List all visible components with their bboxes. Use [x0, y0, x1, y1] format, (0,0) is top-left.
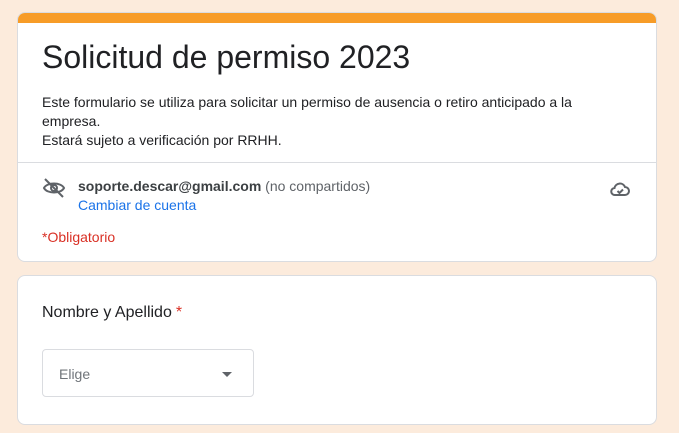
form-description-line-1: Este formulario se utiliza para solicita…	[42, 94, 572, 129]
account-line: soporte.descar@gmail.com (no compartidos…	[78, 176, 370, 196]
header-accent-bar	[18, 13, 656, 23]
cloud-done-icon	[608, 177, 632, 201]
form-description: Este formulario se utiliza para solicita…	[42, 93, 632, 150]
account-email: soporte.descar@gmail.com	[78, 178, 262, 194]
header-divider	[18, 162, 656, 163]
required-star: *	[175, 304, 183, 321]
name-dropdown[interactable]: Elige	[42, 349, 254, 397]
question-title: Nombre y Apellido *	[42, 302, 182, 324]
eye-off-icon	[42, 176, 66, 200]
dropdown-placeholder: Elige	[59, 366, 91, 382]
form-title: Solicitud de permiso 2023	[42, 39, 411, 75]
caret-down-icon	[217, 364, 237, 384]
form-header-card: Solicitud de permiso 2023 Este formulari…	[17, 12, 657, 262]
required-note: *Obligatorio	[42, 229, 116, 245]
form-description-line-2: Estará sujeto a verificación por RRHH.	[42, 132, 282, 148]
question-card: Nombre y Apellido * Elige	[17, 275, 657, 425]
switch-account-link[interactable]: Cambiar de cuenta	[78, 195, 196, 215]
account-shared-note: (no compartidos)	[265, 178, 371, 194]
question-label: Nombre y Apellido	[42, 304, 172, 321]
